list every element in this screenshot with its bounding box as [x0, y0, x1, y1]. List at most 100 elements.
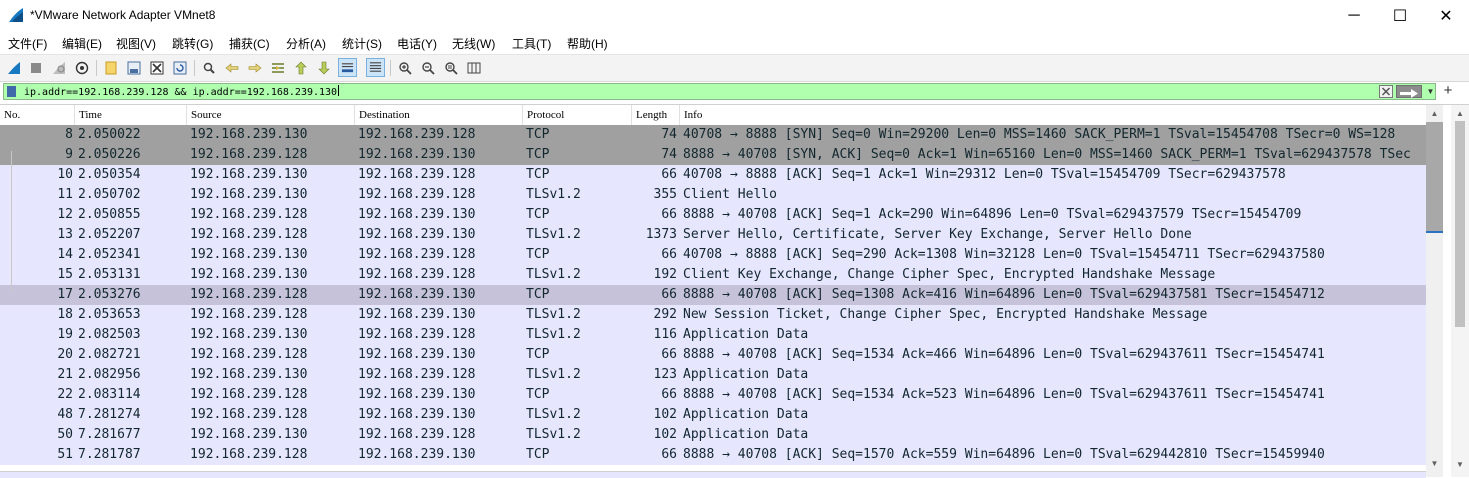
display-filter-bar: ip.addr==192.168.239.128 && ip.addr==192…	[0, 82, 1469, 102]
packet-info: Application Data	[683, 327, 809, 342]
packet-row[interactable]: 48 7.281274 192.168.239.128 192.168.239.130…	[0, 405, 1426, 425]
packet-length: 66	[661, 347, 677, 362]
packet-row[interactable]: 13 2.052207 192.168.239.128 192.168.239.130…	[0, 225, 1426, 245]
packet-row[interactable]: 8 2.050022 192.168.239.130 192.168.239.128 T…	[0, 125, 1426, 145]
go-back-icon[interactable]	[222, 58, 241, 77]
menu-statistics[interactable]: 统计(S)	[342, 35, 382, 52]
packet-length: 74	[661, 147, 677, 162]
packet-protocol: TLSv1.2	[526, 187, 581, 202]
packet-destination: 192.168.239.128	[358, 367, 476, 382]
menu-wireless[interactable]: 无线(W)	[452, 35, 495, 52]
capture-options-icon[interactable]	[72, 58, 91, 77]
packet-row[interactable]: 12 2.050855 192.168.239.128 192.168.239.130…	[0, 205, 1426, 225]
window-title: *VMware Network Adapter VMnet8	[30, 8, 216, 22]
close-file-icon[interactable]	[147, 58, 166, 77]
column-header-no[interactable]: No.	[0, 105, 74, 125]
packet-row[interactable]: 15 2.053131 192.168.239.130 192.168.239.128…	[0, 265, 1426, 285]
packet-row[interactable]: 17 2.053276 192.168.239.128 192.168.239.130…	[0, 285, 1426, 305]
packet-length: 102	[653, 427, 677, 442]
menu-go[interactable]: 跳转(G)	[172, 35, 213, 52]
column-header-protocol[interactable]: Protocol	[522, 105, 631, 125]
packet-protocol: TCP	[526, 287, 550, 302]
go-forward-icon[interactable]	[245, 58, 264, 77]
zoom-out-icon[interactable]	[418, 58, 437, 77]
menu-view[interactable]: 视图(V)	[116, 35, 156, 52]
menu-bar: 文件(F) 编辑(E) 视图(V) 跳转(G) 捕获(C) 分析(A) 统计(S…	[0, 31, 1469, 53]
column-header-info[interactable]: Info	[679, 105, 1426, 125]
packet-row[interactable]: 51 7.281787 192.168.239.128 192.168.239.130…	[0, 445, 1426, 465]
filter-history-dropdown-icon[interactable]: ▼	[1424, 85, 1437, 98]
zoom-in-icon[interactable]	[395, 58, 414, 77]
packet-row[interactable]: 11 2.050702 192.168.239.130 192.168.239.128…	[0, 185, 1426, 205]
packet-destination: 192.168.239.130	[358, 147, 476, 162]
packet-destination: 192.168.239.130	[358, 227, 476, 242]
start-capture-icon[interactable]	[4, 58, 23, 77]
stop-capture-icon[interactable]	[26, 58, 45, 77]
packet-row[interactable]: 21 2.082956 192.168.239.130 192.168.239.128…	[0, 365, 1426, 385]
packet-protocol: TLSv1.2	[526, 367, 581, 382]
packet-info: Application Data	[683, 407, 809, 422]
vertical-scrollbar[interactable]: ▲ ▼	[1426, 105, 1443, 477]
packet-info: Application Data	[683, 367, 809, 382]
maximize-button[interactable]: ☐	[1377, 0, 1423, 31]
packet-row[interactable]: 22 2.083114 192.168.239.128 192.168.239.130…	[0, 385, 1426, 405]
packet-info: 8888 → 40708 [ACK] Seq=1570 Ack=559 Win=…	[683, 447, 1325, 462]
packet-row[interactable]: 20 2.082721 192.168.239.128 192.168.239.130…	[0, 345, 1426, 365]
column-header-source[interactable]: Source	[186, 105, 354, 125]
column-header-time[interactable]: Time	[74, 105, 186, 125]
apply-filter-button[interactable]	[1396, 85, 1422, 98]
minimap-thumb[interactable]	[1455, 121, 1465, 327]
menu-capture[interactable]: 捕获(C)	[229, 35, 270, 52]
packet-destination: 192.168.239.128	[358, 167, 476, 182]
column-header-destination[interactable]: Destination	[354, 105, 522, 125]
menu-help[interactable]: 帮助(H)	[567, 35, 608, 52]
save-file-icon[interactable]	[124, 58, 143, 77]
reload-file-icon[interactable]	[170, 58, 189, 77]
go-last-icon[interactable]	[314, 58, 333, 77]
packet-row[interactable]: 19 2.082503 192.168.239.130 192.168.239.128…	[0, 325, 1426, 345]
auto-scroll-icon[interactable]	[338, 58, 357, 77]
column-header-length[interactable]: Length	[631, 105, 679, 125]
menu-edit[interactable]: 编辑(E)	[62, 35, 102, 52]
restart-capture-icon[interactable]	[49, 58, 68, 77]
display-filter-text[interactable]: ip.addr==192.168.239.128 && ip.addr==192…	[24, 85, 339, 98]
scroll-down-icon[interactable]: ▼	[1426, 455, 1443, 472]
packet-row[interactable]: 14 2.052341 192.168.239.130 192.168.239.128…	[0, 245, 1426, 265]
horizontal-scrollbar[interactable]	[0, 471, 1426, 478]
go-first-icon[interactable]	[291, 58, 310, 77]
minimize-button[interactable]: ─	[1331, 0, 1377, 31]
go-to-packet-icon[interactable]	[268, 58, 287, 77]
packet-row[interactable]: 18 2.053653 192.168.239.128 192.168.239.130…	[0, 305, 1426, 325]
packet-row[interactable]: 9 2.050226 192.168.239.128 192.168.239.130 T…	[0, 145, 1426, 165]
packet-row[interactable]: 50 7.281677 192.168.239.130 192.168.239.128…	[0, 425, 1426, 445]
packet-no: 48	[57, 407, 73, 422]
packet-info: 8888 → 40708 [ACK] Seq=1308 Ack=416 Win=…	[683, 287, 1325, 302]
minimap-down-icon[interactable]: ▼	[1451, 456, 1469, 472]
packet-row[interactable]: 10 2.050354 192.168.239.130 192.168.239.128…	[0, 165, 1426, 185]
resize-columns-icon[interactable]	[464, 58, 483, 77]
packet-no: 20	[57, 347, 73, 362]
normal-size-icon[interactable]	[441, 58, 460, 77]
minimap-up-icon[interactable]: ▲	[1451, 105, 1469, 121]
close-button[interactable]: ✕	[1423, 0, 1469, 31]
menu-file[interactable]: 文件(F)	[8, 35, 47, 52]
menu-tools[interactable]: 工具(T)	[512, 35, 551, 52]
add-filter-button-icon[interactable]: +	[1441, 83, 1455, 99]
filter-bookmark-icon[interactable]	[7, 86, 16, 97]
open-file-icon[interactable]	[101, 58, 120, 77]
packet-rows: 8 2.050022 192.168.239.130 192.168.239.128 T…	[0, 125, 1426, 477]
packet-protocol: TCP	[526, 347, 550, 362]
colorize-icon[interactable]	[366, 58, 385, 77]
packet-destination: 192.168.239.128	[358, 127, 476, 142]
packet-info: 8888 → 40708 [ACK] Seq=1 Ack=290 Win=648…	[683, 207, 1302, 222]
packet-info: Server Hello, Certificate, Server Key Ex…	[683, 227, 1192, 242]
find-packet-icon[interactable]	[199, 58, 218, 77]
packet-protocol: TCP	[526, 247, 550, 262]
clear-filter-icon[interactable]	[1379, 85, 1393, 98]
scroll-up-icon[interactable]: ▲	[1426, 105, 1443, 122]
display-filter-input[interactable]: ip.addr==192.168.239.128 && ip.addr==192…	[3, 83, 1436, 100]
packet-minimap-scrollbar[interactable]: ▲ ▼	[1451, 105, 1469, 477]
menu-analyze[interactable]: 分析(A)	[286, 35, 326, 52]
scrollbar-thumb[interactable]	[1426, 122, 1443, 232]
menu-telephony[interactable]: 电话(Y)	[397, 35, 437, 52]
